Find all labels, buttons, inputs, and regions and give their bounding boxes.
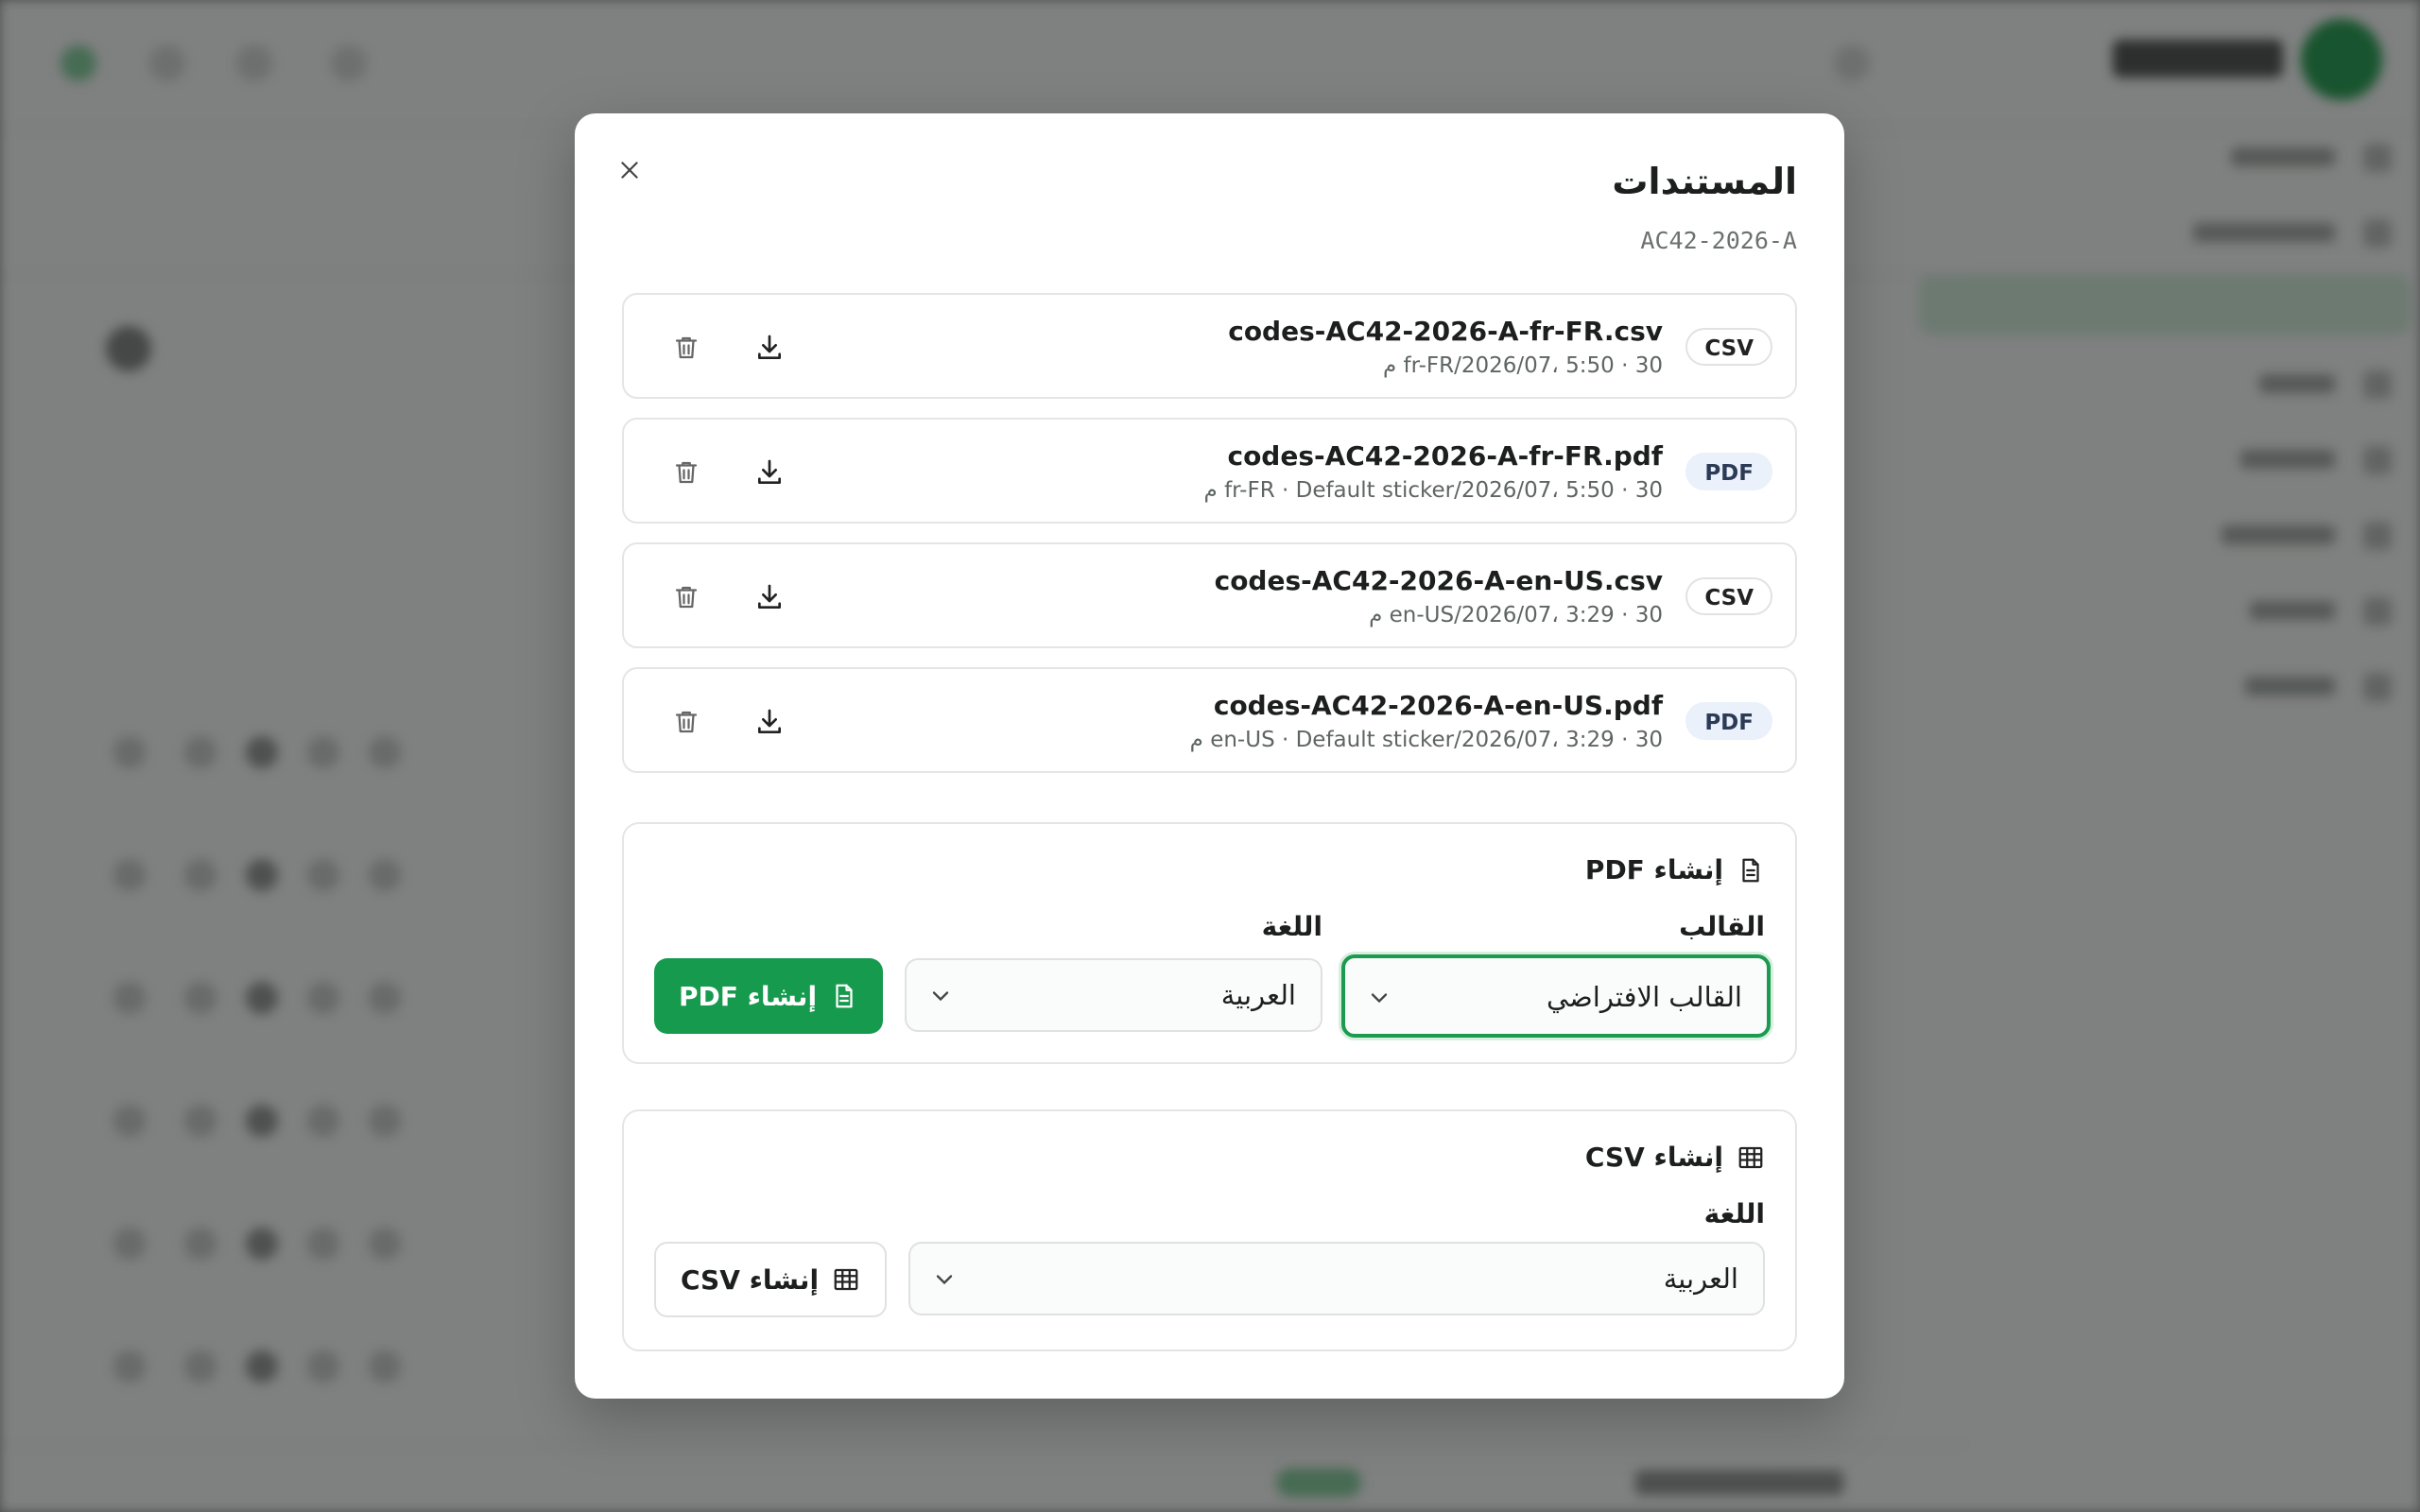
file-name: codes-AC42-2026-A-en-US.csv	[1214, 565, 1663, 596]
generate-csv-label: إنشاء CSV	[680, 1263, 820, 1296]
download-icon	[758, 459, 781, 484]
trash-icon	[675, 461, 698, 484]
pdf-generate-panel: إنشاء PDF القالب اللغة القالب الافتراضي …	[622, 822, 1797, 1064]
pdf-language-select[interactable]: العربية	[905, 958, 1322, 1032]
delete-button[interactable]	[662, 573, 711, 622]
close-icon	[621, 162, 638, 179]
pdf-language-value: العربية	[1220, 979, 1296, 1011]
csv-language-select[interactable]: العربية	[908, 1242, 1765, 1315]
trash-icon	[675, 711, 698, 733]
download-icon	[758, 335, 781, 359]
generate-pdf-label: إنشاء PDF	[678, 980, 818, 1012]
table-icon	[834, 1268, 858, 1291]
file-meta: 30 · fr-FR · Default sticker/2026/07، 5:…	[1203, 478, 1663, 503]
file-text-icon	[1742, 858, 1759, 882]
file-type-badge: PDF	[1685, 702, 1772, 740]
table-icon	[1738, 1146, 1763, 1168]
trash-icon	[675, 336, 698, 359]
close-button[interactable]	[605, 146, 654, 195]
template-select-value: القالب الافتراضي	[1547, 981, 1742, 1013]
chevron-down-icon	[932, 991, 949, 1002]
csv-panel-title: إنشاء CSV	[1584, 1142, 1723, 1173]
file-row: PDF codes-AC42-2026-A-fr-FR.pdf 30 · fr-…	[622, 418, 1797, 524]
delete-button[interactable]	[662, 448, 711, 497]
file-type-badge: CSV	[1685, 328, 1772, 366]
generate-csv-button[interactable]: إنشاء CSV	[654, 1242, 887, 1317]
download-button[interactable]	[745, 573, 794, 622]
trash-icon	[675, 586, 698, 609]
delete-button[interactable]	[662, 697, 711, 747]
download-icon	[758, 584, 781, 609]
pdf-panel-header: إنشاء PDF	[1585, 854, 1765, 885]
template-select[interactable]: القالب الافتراضي	[1341, 954, 1771, 1038]
csv-panel-header: إنشاء CSV	[1585, 1142, 1765, 1173]
download-icon	[758, 709, 781, 733]
file-type-badge: CSV	[1685, 577, 1772, 615]
dialog-title: المستندات	[1612, 161, 1797, 202]
file-name: codes-AC42-2026-A-en-US.pdf	[1213, 690, 1663, 721]
file-meta: 30 · en-US · Default sticker/2026/07، 3:…	[1189, 728, 1663, 752]
download-button[interactable]	[745, 697, 794, 747]
documents-dialog: المستندات AC42-2026-A CSV codes-AC42-202…	[575, 113, 1844, 1399]
template-label: القالب	[1679, 911, 1765, 942]
csv-language-value: العربية	[1663, 1263, 1738, 1295]
file-name: codes-AC42-2026-A-fr-FR.pdf	[1227, 440, 1663, 472]
chevron-down-icon	[1371, 993, 1388, 1004]
generate-pdf-button[interactable]: إنشاء PDF	[654, 958, 883, 1034]
file-row: PDF codes-AC42-2026-A-en-US.pdf 30 · en-…	[622, 667, 1797, 773]
file-name: codes-AC42-2026-A-fr-FR.csv	[1228, 316, 1663, 347]
file-row: CSV codes-AC42-2026-A-en-US.csv 30 · en-…	[622, 542, 1797, 648]
dialog-subtitle: AC42-2026-A	[1640, 227, 1797, 254]
download-button[interactable]	[745, 448, 794, 497]
file-type-badge: PDF	[1685, 453, 1772, 490]
file-list: CSV codes-AC42-2026-A-fr-FR.csv 30 · fr-…	[622, 293, 1797, 792]
csv-generate-panel: إنشاء CSV اللغة العربية إنشاء CSV	[622, 1109, 1797, 1351]
pdf-panel-title: إنشاء PDF	[1584, 854, 1723, 885]
file-row: CSV codes-AC42-2026-A-fr-FR.csv 30 · fr-…	[622, 293, 1797, 399]
download-button[interactable]	[745, 323, 794, 372]
chevron-down-icon	[936, 1275, 953, 1285]
file-text-icon	[836, 984, 853, 1008]
csv-language-label: اللغة	[1703, 1198, 1765, 1229]
pdf-language-label: اللغة	[1261, 911, 1322, 942]
delete-button[interactable]	[662, 323, 711, 372]
file-meta: 30 · fr-FR/2026/07، 5:50 م	[1382, 353, 1663, 378]
file-meta: 30 · en-US/2026/07، 3:29 م	[1369, 603, 1663, 627]
